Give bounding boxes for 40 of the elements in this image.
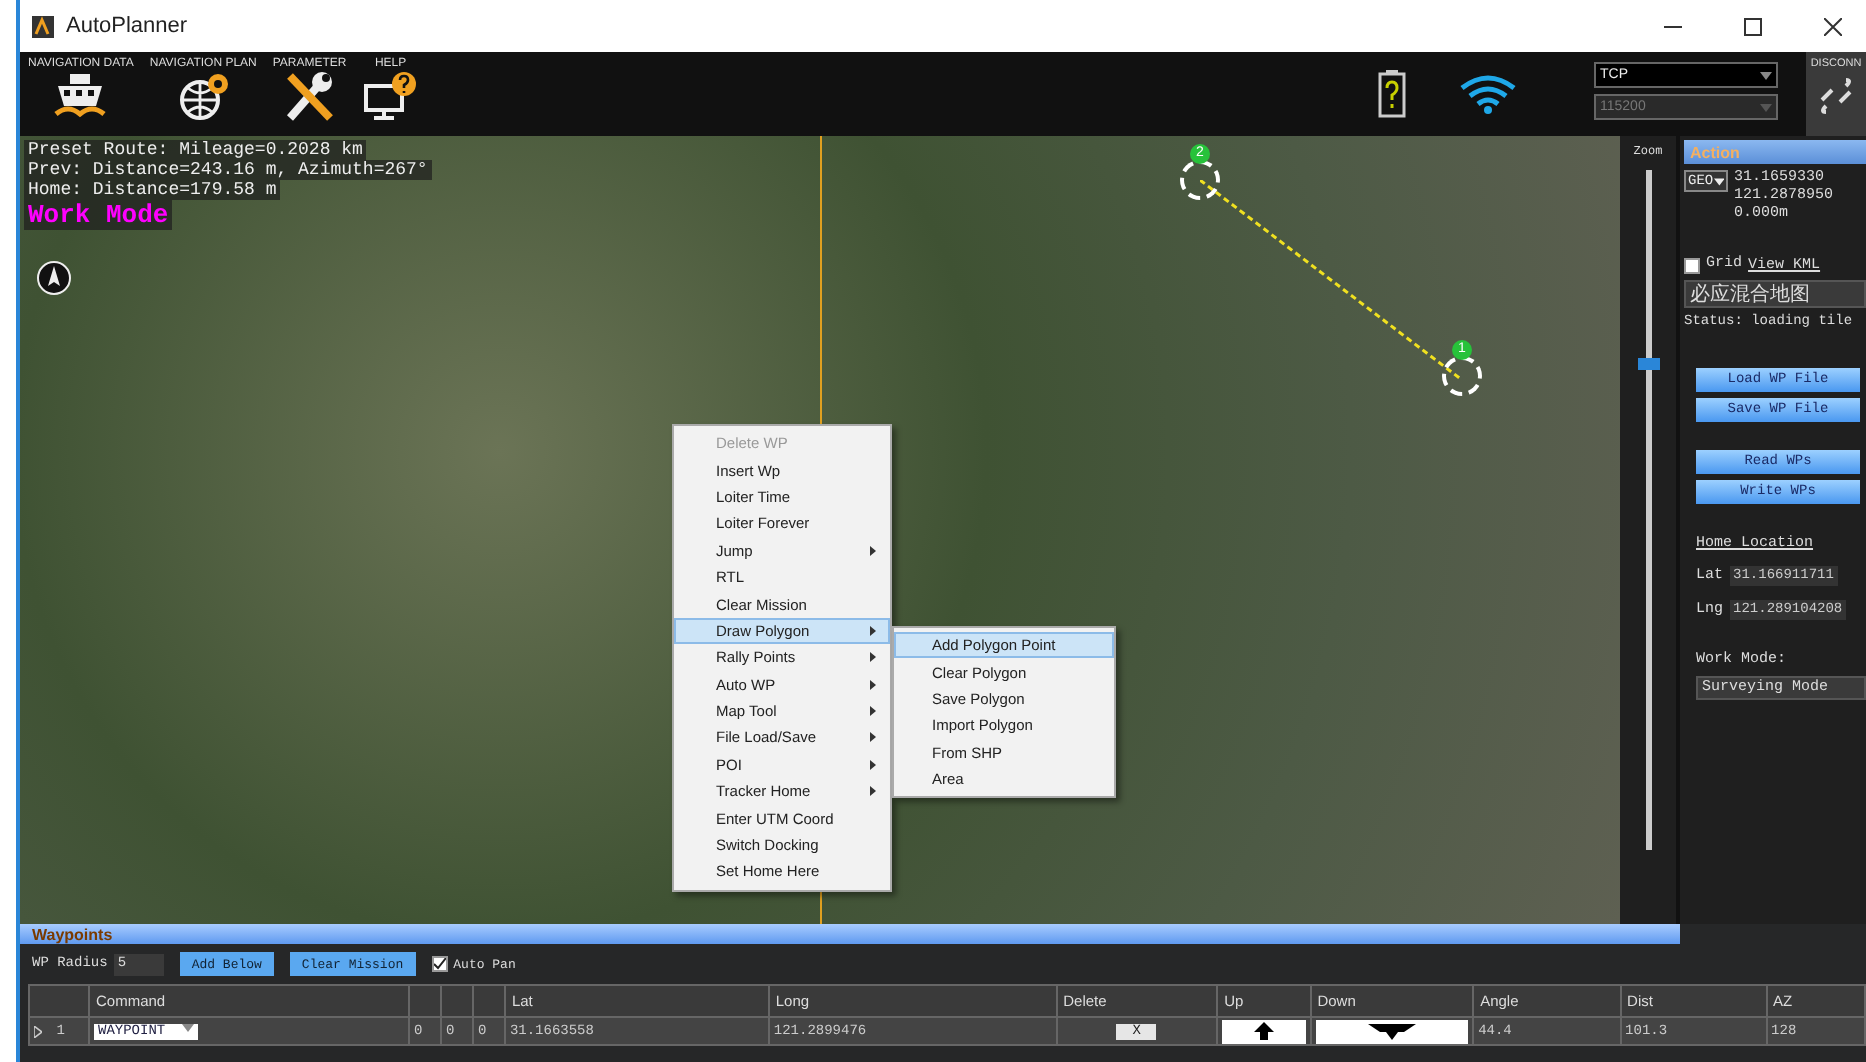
ship-icon[interactable]	[52, 70, 109, 122]
broken-link-icon	[1816, 76, 1856, 116]
work-mode-label: Work Mode	[24, 200, 173, 230]
auto-pan-checkbox[interactable]	[431, 956, 448, 972]
submenu-arrow-icon	[870, 706, 876, 717]
battery-unknown-icon	[1378, 70, 1406, 118]
route-info-text: Home: Distance=179.58 m	[24, 180, 281, 200]
caret-icon	[1713, 177, 1724, 185]
submenu-arrow-icon	[870, 732, 876, 743]
map-source-dropdown[interactable]: 必应混合地图	[1684, 280, 1866, 308]
route-info-text: Prev: Distance=243.16 m, Azimuth=267°	[24, 160, 432, 180]
globe-pin-icon[interactable]	[175, 70, 232, 122]
monitor-help-icon[interactable]	[362, 70, 419, 122]
move-down-button[interactable]	[1315, 1019, 1469, 1043]
caret-icon	[1760, 103, 1772, 111]
panel-title: Waypoints	[20, 924, 1680, 944]
close-icon	[1823, 17, 1841, 35]
up-arrow-icon	[1253, 1022, 1274, 1040]
submenu-arrow-icon	[870, 625, 876, 636]
app-logo-icon	[32, 15, 54, 37]
wrench-screwdriver-icon[interactable]	[281, 70, 338, 122]
panel-title: Action	[1684, 140, 1866, 164]
submenu-arrow-icon	[870, 759, 876, 770]
wifi-icon	[1458, 74, 1518, 114]
caret-icon	[1760, 71, 1772, 79]
down-arrow-icon	[1367, 1022, 1416, 1040]
caret-icon	[182, 1023, 194, 1031]
submenu-arrow-icon	[870, 652, 876, 663]
submenu-arrow-icon	[870, 679, 876, 690]
submenu-arrow-icon	[870, 786, 876, 797]
row-pointer-icon	[34, 1025, 42, 1037]
grid-checkbox[interactable]	[1684, 257, 1700, 273]
move-up-button[interactable]	[1222, 1019, 1306, 1043]
compass-icon	[36, 260, 72, 296]
maximize-icon	[1743, 17, 1761, 35]
window-title: AutoPlanner	[66, 14, 190, 38]
minimize-icon	[1663, 25, 1681, 27]
route-info-text: Preset Route: Mileage=0.2028 km	[24, 140, 367, 160]
slider-thumb[interactable]	[1637, 357, 1659, 370]
submenu-arrow-icon	[870, 545, 876, 556]
